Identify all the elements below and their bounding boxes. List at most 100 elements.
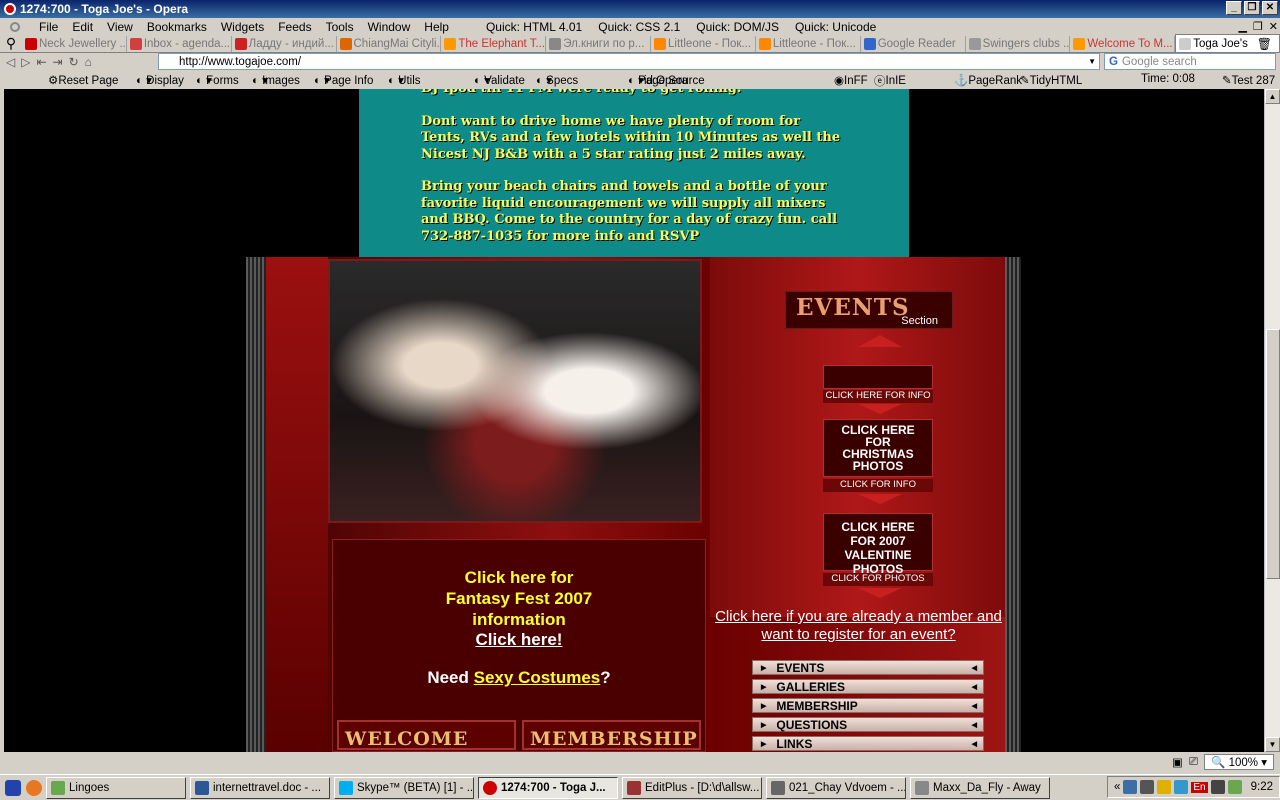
minimize-button[interactable]: _ xyxy=(1226,1,1242,15)
tab-11[interactable]: Welcome To M... xyxy=(1070,36,1176,52)
mdi-close-button[interactable]: ✕ xyxy=(1269,20,1278,33)
save-quicklaunch-icon[interactable] xyxy=(5,779,21,796)
promo-line-2[interactable]: Fantasy Fest 2007 xyxy=(333,588,705,609)
event-1-caption[interactable]: CLICK HERE FOR INFO xyxy=(823,390,933,403)
task-editplus[interactable]: EditPlus - [D:\d\allsw... xyxy=(622,776,762,799)
shield-icon[interactable] xyxy=(1157,780,1172,794)
menu-quick-unicode[interactable]: Quick: Unicode xyxy=(787,20,884,34)
tab-2[interactable]: Inbox - agenda... xyxy=(126,36,232,52)
utils-menu[interactable]: ◐ Utils ▾ xyxy=(388,73,421,87)
close-button[interactable]: ✕ xyxy=(1262,1,1278,15)
tab-9[interactable]: Google Reader xyxy=(860,36,966,52)
trash-icon[interactable]: 🗑 xyxy=(1257,37,1272,51)
menu-widgets[interactable]: Widgets xyxy=(214,20,271,34)
sexy-costumes-link[interactable]: Sexy Costumes xyxy=(474,668,601,687)
fastforward-icon[interactable]: ⇥ xyxy=(53,55,63,69)
tab-10[interactable]: Swingers clubs ... xyxy=(965,36,1071,52)
fantasy-fest-link[interactable]: Click here! xyxy=(476,630,563,649)
forward-icon[interactable]: ▷ xyxy=(21,55,30,69)
home-icon[interactable]: ⌂ xyxy=(85,55,92,69)
mdi-restore-button[interactable]: ❐ xyxy=(1253,20,1263,33)
menu-tools[interactable]: Tools xyxy=(319,20,361,34)
member-register-link[interactable]: Click here if you are already a member a… xyxy=(711,608,1006,644)
valentine-photos-button[interactable]: CLICK HERE FOR 2007 VALENTINE PHOTOS xyxy=(823,513,933,576)
event-1-box[interactable] xyxy=(823,365,933,389)
reset-page-button[interactable]: ⚙ Reset Page xyxy=(48,73,118,87)
nav-links[interactable]: ▶ LINKS ◀ xyxy=(752,736,984,751)
event-2-caption[interactable]: CLICK FOR INFO xyxy=(823,479,933,492)
url-input[interactable]: http://www.togajoe.com/ ▼ xyxy=(158,53,1100,70)
rewind-icon[interactable]: ⇤ xyxy=(36,55,46,69)
tidyhtml-button[interactable]: ✎ TidyHTML xyxy=(1020,73,1082,87)
menu-window[interactable]: Window xyxy=(361,20,418,34)
membership-banner[interactable]: MEMBERSHIP xyxy=(522,720,701,750)
mdi-minimize-button[interactable]: ▁ xyxy=(1238,20,1246,33)
tab-1[interactable]: Neck Jewellery ... xyxy=(21,36,127,52)
menu-view[interactable]: View xyxy=(100,20,140,34)
url-dropdown-icon[interactable]: ▼ xyxy=(1088,57,1096,66)
menu-quick-html[interactable]: Quick: HTML 4.01 xyxy=(478,20,590,34)
nav-questions[interactable]: ▶ QUESTIONS ◀ xyxy=(752,717,984,732)
welcome-banner[interactable]: WELCOME xyxy=(337,720,516,750)
scroll-down-icon[interactable]: ▼ xyxy=(1265,737,1280,752)
app-tray-icon[interactable] xyxy=(1210,780,1225,794)
tray-expand-icon[interactable]: « xyxy=(1114,781,1120,793)
menu-bookmarks[interactable]: Bookmarks xyxy=(140,20,214,34)
task-opera[interactable]: 1274:700 - Toga J... xyxy=(478,776,618,799)
tab-4[interactable]: ChiangMai Cityli... xyxy=(336,36,442,52)
security-icon[interactable] xyxy=(1140,780,1155,794)
task-player[interactable]: 021_Chay Vdvoem - ... xyxy=(766,776,906,799)
nav-membership[interactable]: ▶ MEMBERSHIP ◀ xyxy=(752,698,984,713)
firefox-quicklaunch-icon[interactable] xyxy=(26,779,42,796)
search-input[interactable]: G Google search xyxy=(1104,53,1276,70)
task-chat[interactable]: Maxx_Da_Fly - Away xyxy=(910,776,1050,799)
pagerank-button[interactable]: ⚓ PageRank xyxy=(954,73,1022,87)
task-skype[interactable]: Skype™ (BETA) [1] - ... xyxy=(334,776,474,799)
screen-icon[interactable]: ⎚ xyxy=(1189,756,1198,769)
event-3-caption[interactable]: CLICK FOR PHOTOS xyxy=(823,573,933,586)
page-info-menu[interactable]: ◐ Page Info ▾ xyxy=(314,73,373,87)
menu-help[interactable]: Help xyxy=(417,20,456,34)
tab-7[interactable]: Littleone - Пок... xyxy=(651,36,756,52)
reload-icon[interactable]: ↻ xyxy=(69,55,79,69)
menu-feeds[interactable]: Feeds xyxy=(271,20,318,34)
menu-quick-css[interactable]: Quick: CSS 2.1 xyxy=(590,20,688,34)
christmas-photos-button[interactable]: CLICK HERE FOR CHRISTMAS PHOTOS xyxy=(823,419,933,477)
validate-menu[interactable]: ◐ Validate ▾ xyxy=(474,73,525,87)
images-menu[interactable]: ◐ Images ▾ xyxy=(252,73,300,87)
promo-line-3[interactable]: information xyxy=(333,609,705,630)
scroll-thumb[interactable] xyxy=(1266,329,1280,579)
promo-line-1[interactable]: Click here for xyxy=(333,567,705,588)
display-menu[interactable]: ◐ Display ▾ xyxy=(136,73,184,87)
tab-8[interactable]: Littleone - Пок... xyxy=(755,36,861,52)
nav-events[interactable]: ▶ EVENTS ◀ xyxy=(752,660,984,675)
panel-toggle-icon[interactable]: ⚲ xyxy=(0,35,22,52)
inie-button[interactable]: ⓔ InIE xyxy=(874,73,906,89)
task-lingoes[interactable]: Lingoes xyxy=(46,776,186,799)
monitor-icon[interactable] xyxy=(1227,780,1242,794)
task-word[interactable]: internettravel.doc - ... xyxy=(190,776,330,799)
party-photo[interactable] xyxy=(328,259,702,523)
opera-menu-icon[interactable] xyxy=(10,21,20,32)
vertical-scrollbar[interactable]: ▲ ▼ xyxy=(1264,89,1280,752)
specs-menu[interactable]: ◐ Specs ▾ xyxy=(536,73,578,87)
menu-edit[interactable]: Edit xyxy=(65,20,100,34)
forms-menu[interactable]: ◐ Forms ▾ xyxy=(196,73,239,87)
menu-quick-dom[interactable]: Quick: DOM/JS xyxy=(688,20,787,34)
back-icon[interactable]: ◁ xyxy=(6,55,15,69)
menu-file[interactable]: File xyxy=(32,20,65,34)
volume-icon[interactable] xyxy=(1174,780,1189,794)
inff-button[interactable]: ◉ InFF xyxy=(834,73,868,87)
zoom-control[interactable]: 🔍 100% ▾ xyxy=(1204,754,1274,770)
nav-galleries[interactable]: ▶ GALLERIES ◀ xyxy=(752,679,984,694)
language-indicator[interactable]: En xyxy=(1191,781,1208,793)
restore-button[interactable]: ❐ xyxy=(1244,1,1260,15)
scroll-up-icon[interactable]: ▲ xyxy=(1265,89,1280,104)
test-button[interactable]: ✎ Test 287 xyxy=(1222,73,1275,87)
tab-3[interactable]: Ладду - индий... xyxy=(231,36,337,52)
tab-6[interactable]: Эл.книги по р... xyxy=(546,36,652,52)
network-icon[interactable] xyxy=(1123,780,1138,794)
view-mode-icon[interactable]: ▣ xyxy=(1172,755,1183,769)
tab-5[interactable]: The Elephant T... xyxy=(441,36,547,52)
page-source-menu[interactable]: ◐ Page Source ▾ id:Opera xyxy=(628,73,705,87)
